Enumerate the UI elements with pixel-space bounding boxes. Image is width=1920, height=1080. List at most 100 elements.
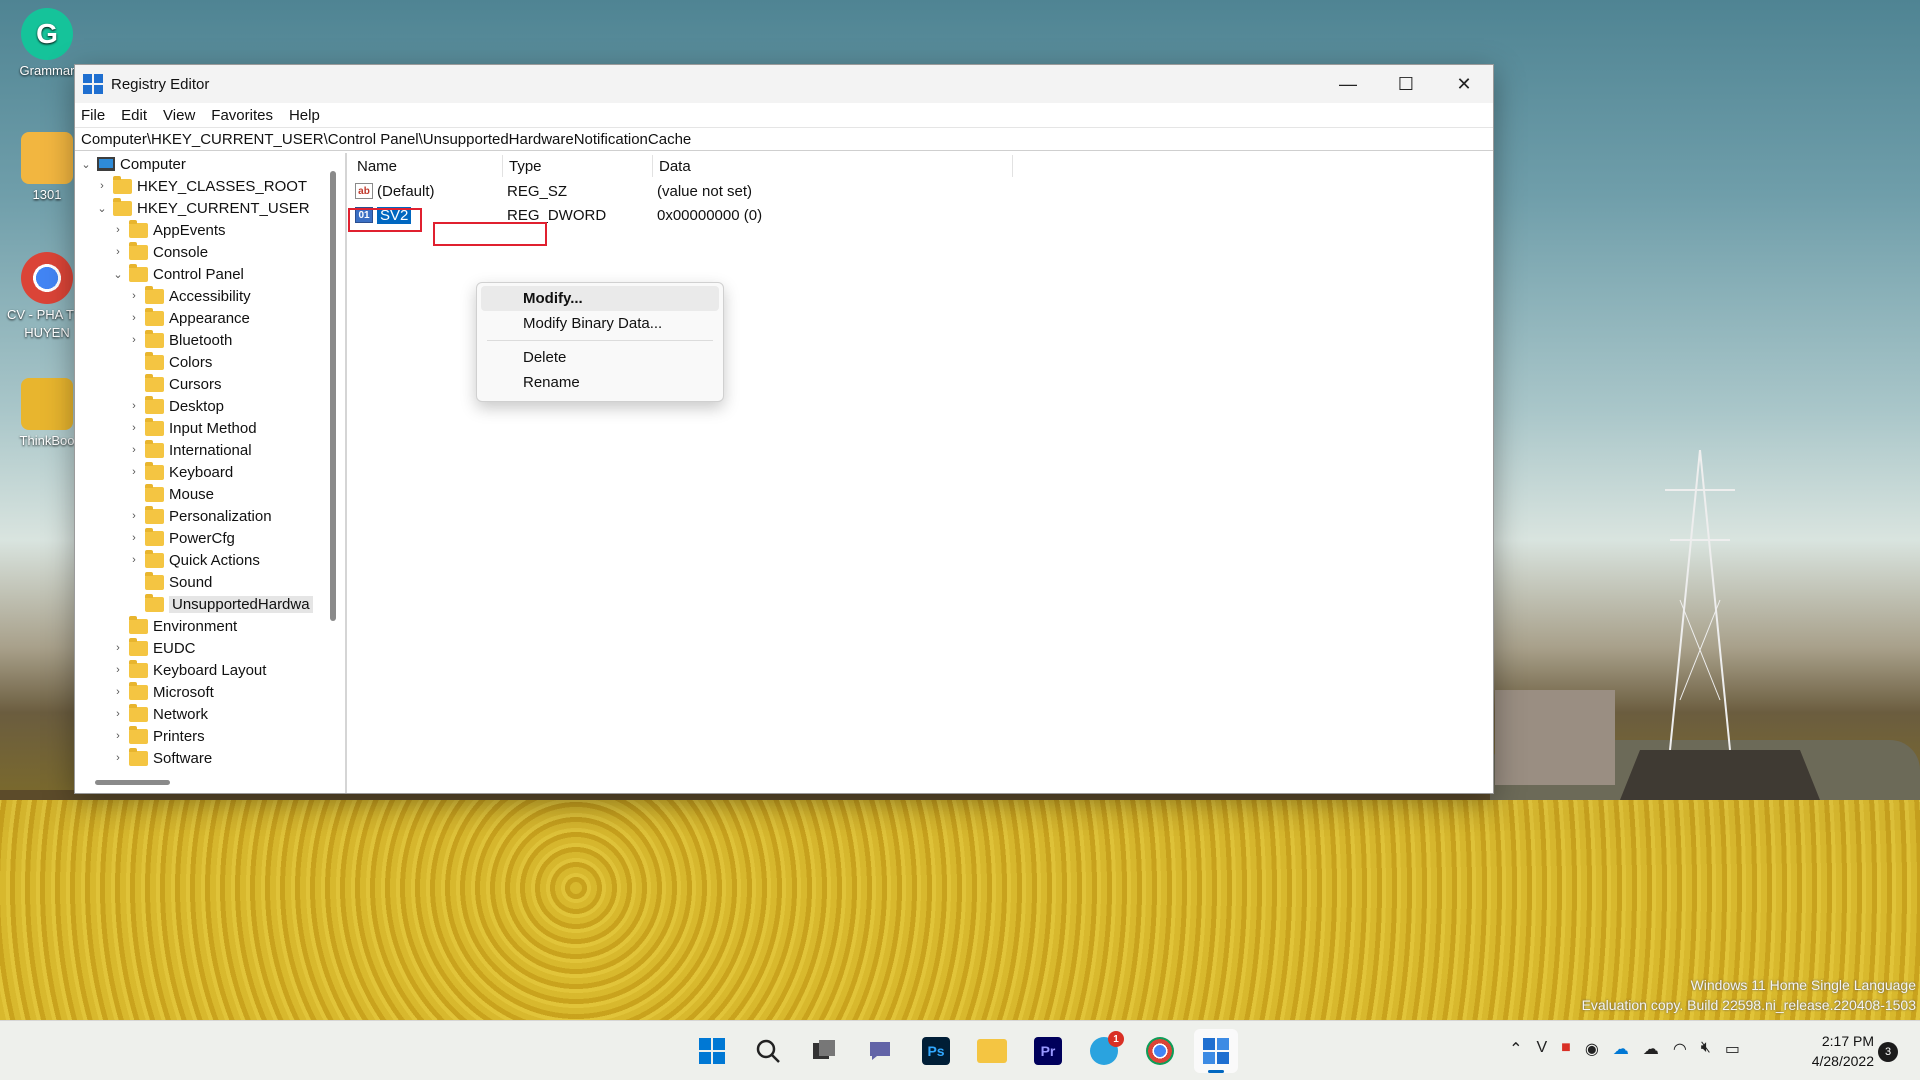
value-data: (value not set) (657, 182, 753, 200)
chevron-right-icon[interactable]: › (127, 312, 141, 324)
tree-item-software[interactable]: › Software (75, 747, 326, 769)
volume-muted-icon[interactable]: 🔇︎ (1701, 1039, 1711, 1059)
tree-vertical-scrollbar[interactable] (330, 171, 336, 621)
context-menu-modify[interactable]: Modify... (481, 286, 719, 311)
tree-item-network[interactable]: › Network (75, 703, 326, 725)
menu-favorites[interactable]: Favorites (211, 107, 283, 124)
pane-splitter[interactable] (345, 153, 347, 793)
column-header-type[interactable]: Type (503, 155, 653, 177)
chevron-right-icon[interactable]: › (127, 444, 141, 456)
tree-item-accessibility[interactable]: › Accessibility (75, 285, 326, 307)
tree-item-computer[interactable]: ⌄ Computer (75, 153, 326, 175)
tree-item-personalization[interactable]: › Personalization (75, 505, 326, 527)
search-button[interactable] (746, 1029, 790, 1073)
menu-help[interactable]: Help (289, 107, 330, 124)
chevron-right-icon[interactable]: › (127, 334, 141, 346)
chat-button[interactable] (858, 1029, 902, 1073)
chevron-right-icon[interactable]: › (111, 224, 125, 236)
tree-item-bluetooth[interactable]: › Bluetooth (75, 329, 326, 351)
value-row-default[interactable]: ab (Default) REG_SZ (value not set) (351, 179, 1493, 203)
chevron-right-icon[interactable]: › (127, 510, 141, 522)
tree-item-appearance[interactable]: › Appearance (75, 307, 326, 329)
taskbar-app-file-explorer[interactable] (970, 1029, 1014, 1073)
chevron-right-icon[interactable]: › (111, 708, 125, 720)
vpn-icon[interactable]: V (1537, 1039, 1548, 1059)
onedrive-icon[interactable]: ☁ (1613, 1039, 1629, 1059)
taskbar-app-registry-editor[interactable] (1194, 1029, 1238, 1073)
tree-item-label: Control Panel (153, 265, 244, 283)
tree-item-keyboard-layout[interactable]: › Keyboard Layout (75, 659, 326, 681)
tree-item-control-panel[interactable]: ⌄ Control Panel (75, 263, 326, 285)
chevron-down-icon[interactable]: ⌄ (111, 268, 125, 281)
tree-item-international[interactable]: › International (75, 439, 326, 461)
menu-edit[interactable]: Edit (121, 107, 157, 124)
chevron-right-icon[interactable]: › (127, 400, 141, 412)
tree-item-powercfg[interactable]: › PowerCfg (75, 527, 326, 549)
tree-item-cursors[interactable]: Cursors (75, 373, 326, 395)
column-header-data[interactable]: Data (653, 155, 1013, 177)
tree-item-colors[interactable]: Colors (75, 351, 326, 373)
close-button[interactable]: ✕ (1435, 65, 1493, 103)
chevron-right-icon[interactable]: › (111, 664, 125, 676)
chevron-right-icon[interactable]: › (127, 466, 141, 478)
chevron-right-icon[interactable]: › (111, 642, 125, 654)
tree-item-appevents[interactable]: › AppEvents (75, 219, 326, 241)
tree-item-hkey-current-user[interactable]: ⌄ HKEY_CURRENT_USER (75, 197, 326, 219)
minimize-button[interactable]: — (1319, 65, 1377, 103)
taskbar-app-photoshop[interactable]: Ps (914, 1029, 958, 1073)
chevron-up-icon[interactable]: ⌃ (1509, 1039, 1522, 1059)
context-menu-rename[interactable]: Rename (481, 370, 719, 395)
folder-icon (145, 461, 164, 480)
notification-count-badge[interactable]: 3 (1878, 1042, 1898, 1062)
folder-icon (145, 571, 164, 590)
chevron-right-icon[interactable]: › (111, 730, 125, 742)
chevron-right-icon[interactable]: › (127, 554, 141, 566)
menu-file[interactable]: File (81, 107, 115, 124)
folder-icon (129, 615, 148, 634)
context-menu-delete[interactable]: Delete (481, 345, 719, 370)
folder-icon (145, 395, 164, 414)
tree-item-console[interactable]: › Console (75, 241, 326, 263)
tree-item-sound[interactable]: Sound (75, 571, 326, 593)
tree-item-printers[interactable]: › Printers (75, 725, 326, 747)
key-tree: ⌄ Computer › HKEY_CLASSES_ROOT ⌄ HKEY_CU… (75, 153, 326, 771)
context-menu-modify-binary-data[interactable]: Modify Binary Data... (481, 311, 719, 336)
tree-item-environment[interactable]: Environment (75, 615, 326, 637)
chevron-right-icon[interactable]: › (127, 422, 141, 434)
menu-view[interactable]: View (163, 107, 205, 124)
tree-item-eudc[interactable]: › EUDC (75, 637, 326, 659)
address-bar[interactable]: Computer\HKEY_CURRENT_USER\Control Panel… (75, 127, 1493, 151)
chevron-right-icon[interactable]: › (111, 752, 125, 764)
start-button[interactable] (690, 1029, 734, 1073)
battery-icon[interactable]: ▭ (1725, 1039, 1740, 1059)
chevron-down-icon[interactable]: ⌄ (95, 202, 109, 215)
chevron-right-icon[interactable]: › (95, 180, 109, 192)
tree-item-unsupportedhardwa[interactable]: UnsupportedHardwa (75, 593, 326, 615)
wifi-icon[interactable]: ◠ (1673, 1039, 1687, 1059)
taskbar-app-telegram[interactable]: 1 (1082, 1029, 1126, 1073)
tree-item-hkey-classes-root[interactable]: › HKEY_CLASSES_ROOT (75, 175, 326, 197)
chevron-down-icon[interactable]: ⌄ (79, 158, 93, 171)
cloud-icon[interactable]: ☁ (1643, 1039, 1659, 1059)
tree-item-mouse[interactable]: Mouse (75, 483, 326, 505)
maximize-button[interactable]: ☐ (1377, 65, 1435, 103)
hardware-icon[interactable]: ◉ (1585, 1039, 1599, 1059)
taskbar-app-premiere[interactable]: Pr (1026, 1029, 1070, 1073)
taskbar-clock[interactable]: 2:17 PM 4/28/2022 (1812, 1031, 1874, 1071)
chevron-right-icon[interactable]: › (127, 290, 141, 302)
chevron-right-icon[interactable]: › (127, 532, 141, 544)
column-header-name[interactable]: Name (351, 155, 503, 177)
chevron-right-icon[interactable]: › (111, 686, 125, 698)
tree-item-input-method[interactable]: › Input Method (75, 417, 326, 439)
tree-item-keyboard[interactable]: › Keyboard (75, 461, 326, 483)
title-bar[interactable]: Registry Editor — ☐ ✕ (75, 65, 1493, 103)
tree-item-quick-actions[interactable]: › Quick Actions (75, 549, 326, 571)
tree-item-label: PowerCfg (169, 529, 235, 547)
tray-app-icon[interactable]: ■ (1561, 1039, 1571, 1059)
tree-horizontal-scrollbar[interactable] (95, 780, 170, 785)
tree-item-microsoft[interactable]: › Microsoft (75, 681, 326, 703)
taskbar-app-chrome[interactable] (1138, 1029, 1182, 1073)
task-view-button[interactable] (802, 1029, 846, 1073)
chevron-right-icon[interactable]: › (111, 246, 125, 258)
tree-item-desktop[interactable]: › Desktop (75, 395, 326, 417)
